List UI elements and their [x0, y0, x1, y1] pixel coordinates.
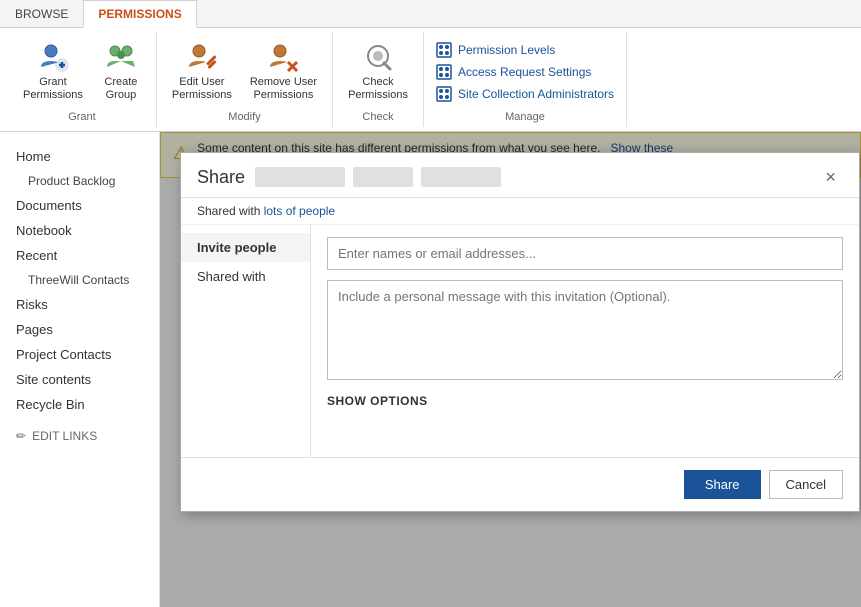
main-layout: Home Product Backlog Documents Notebook …	[0, 132, 861, 607]
modal-form: SHOW OPTIONS	[311, 225, 859, 457]
sidebar: Home Product Backlog Documents Notebook …	[0, 132, 160, 607]
tab-permissions[interactable]: PERMISSIONS	[83, 0, 196, 28]
permission-levels-label: Permission Levels	[458, 43, 555, 57]
create-group-button[interactable]: CreateGroup	[94, 36, 148, 107]
sidebar-item-recent[interactable]: Recent	[0, 243, 159, 268]
grant-permissions-button[interactable]: GrantPermissions	[16, 36, 90, 107]
lots-of-people-link[interactable]: lots of people	[264, 204, 335, 218]
ribbon: BROWSE PERMISSIONS GrantPermis	[0, 0, 861, 132]
modal-title-blurred	[255, 167, 501, 187]
share-modal: Share × Shared with lots of people	[180, 152, 860, 512]
ribbon-group-grant: GrantPermissions CreateGroup	[8, 32, 157, 127]
ribbon-group-modify: Edit UserPermissions Remove UserPermissi…	[157, 32, 333, 127]
sidebar-item-threewill-contacts[interactable]: ThreeWill Contacts	[0, 268, 159, 292]
remove-user-permissions-button[interactable]: Remove UserPermissions	[243, 36, 324, 107]
ribbon-group-check: CheckPermissions Check	[333, 32, 424, 127]
blurred-block-2	[353, 167, 413, 187]
edit-user-permissions-button[interactable]: Edit UserPermissions	[165, 36, 239, 107]
manage-group-label: Manage	[432, 111, 618, 123]
modal-nav-shared-with[interactable]: Shared with	[181, 262, 310, 291]
check-icon	[362, 41, 394, 73]
blurred-block-3	[421, 167, 501, 187]
access-request-icon	[436, 64, 452, 80]
modal-overlay: Share × Shared with lots of people	[160, 132, 861, 607]
create-group-label: CreateGroup	[104, 76, 137, 102]
ribbon-tabs: BROWSE PERMISSIONS	[0, 0, 861, 28]
sidebar-item-recycle-bin[interactable]: Recycle Bin	[0, 392, 159, 417]
blurred-block-1	[255, 167, 345, 187]
site-collection-icon	[436, 86, 452, 102]
sidebar-item-home[interactable]: Home	[0, 144, 159, 169]
share-button[interactable]: Share	[684, 470, 761, 499]
modify-group-label: Modify	[165, 111, 324, 123]
access-request-settings-label: Access Request Settings	[458, 65, 591, 79]
modal-body: Invite people Shared with SHOW OPTIONS	[181, 225, 859, 457]
personal-message-input[interactable]	[327, 280, 843, 380]
modal-shared-with: Shared with lots of people	[181, 198, 859, 225]
modal-close-button[interactable]: ×	[818, 165, 843, 189]
grant-group-label: Grant	[16, 111, 148, 123]
check-permissions-label: CheckPermissions	[348, 76, 408, 102]
sidebar-item-risks[interactable]: Risks	[0, 292, 159, 317]
sidebar-item-pages[interactable]: Pages	[0, 317, 159, 342]
edit-user-icon	[186, 41, 218, 73]
tab-browse[interactable]: BROWSE	[0, 0, 83, 28]
access-request-settings-link[interactable]: Access Request Settings	[432, 62, 618, 82]
main-content: ⚠ Some content on this site has differen…	[160, 132, 861, 607]
sidebar-item-site-contents[interactable]: Site contents	[0, 367, 159, 392]
grant-permissions-label: GrantPermissions	[23, 76, 83, 102]
permission-levels-link[interactable]: Permission Levels	[432, 40, 618, 60]
edit-links-label: EDIT LINKS	[32, 429, 97, 443]
ribbon-content: GrantPermissions CreateGroup	[0, 28, 861, 131]
sidebar-item-project-contacts[interactable]: Project Contacts	[0, 342, 159, 367]
modal-title: Share	[197, 167, 501, 188]
pencil-icon: ✏	[16, 429, 26, 443]
cancel-button[interactable]: Cancel	[769, 470, 843, 499]
permission-levels-icon	[436, 42, 452, 58]
modal-title-text: Share	[197, 167, 245, 188]
invite-people-input[interactable]	[327, 237, 843, 270]
group-icon	[105, 41, 137, 73]
sidebar-item-notebook[interactable]: Notebook	[0, 218, 159, 243]
edit-user-permissions-label: Edit UserPermissions	[172, 76, 232, 102]
ribbon-group-manage: Permission Levels Access Request Setting…	[424, 32, 627, 127]
modal-header: Share ×	[181, 153, 859, 198]
modal-nav-invite-people[interactable]: Invite people	[181, 233, 310, 262]
show-options-button[interactable]: SHOW OPTIONS	[327, 394, 843, 408]
check-group-label: Check	[341, 111, 415, 123]
sidebar-item-product-backlog[interactable]: Product Backlog	[0, 169, 159, 193]
remove-user-icon	[267, 41, 299, 73]
edit-links-button[interactable]: ✏ EDIT LINKS	[0, 417, 159, 455]
remove-user-permissions-label: Remove UserPermissions	[250, 76, 317, 102]
check-permissions-button[interactable]: CheckPermissions	[341, 36, 415, 107]
shared-with-prefix: Shared with	[197, 204, 264, 218]
sidebar-item-documents[interactable]: Documents	[0, 193, 159, 218]
modal-footer: Share Cancel	[181, 457, 859, 511]
grant-icon	[37, 41, 69, 73]
site-collection-administrators-link[interactable]: Site Collection Administrators	[432, 84, 618, 104]
site-collection-administrators-label: Site Collection Administrators	[458, 87, 614, 101]
modal-nav: Invite people Shared with	[181, 225, 311, 457]
